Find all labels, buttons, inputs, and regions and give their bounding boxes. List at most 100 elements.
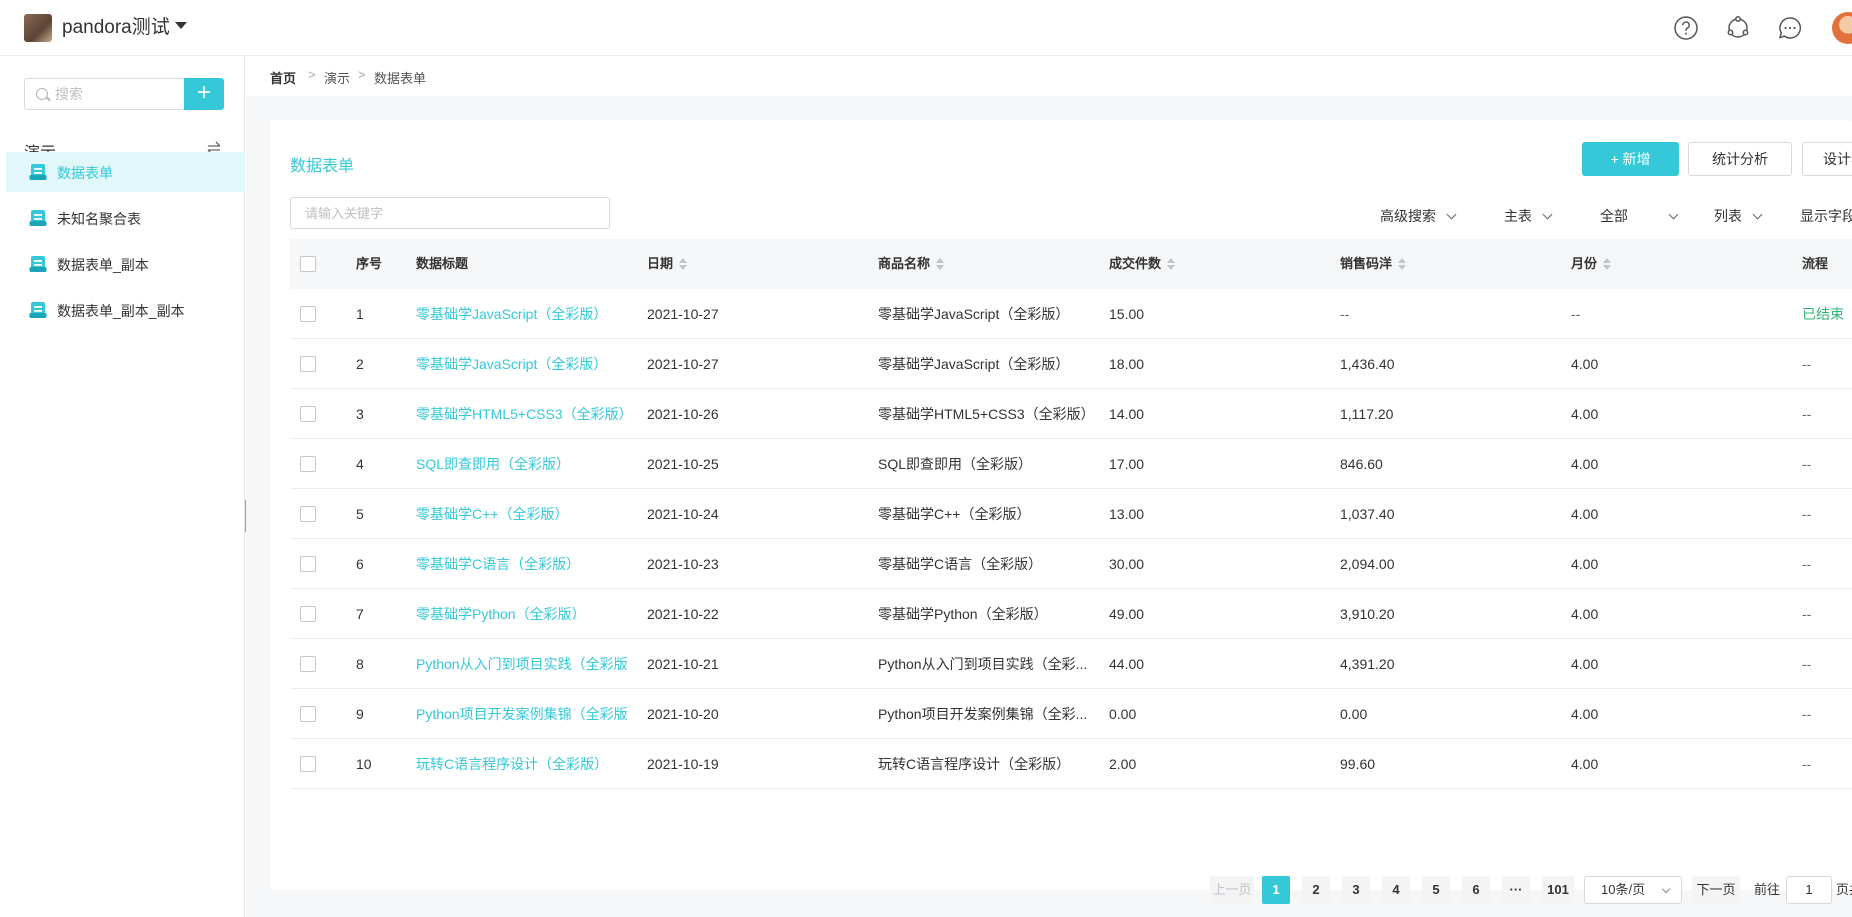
cell-title-link[interactable]: 零基础学C语言（全彩版） <box>416 539 638 589</box>
message-icon[interactable] <box>1776 14 1804 42</box>
row-checkbox[interactable] <box>300 756 316 772</box>
scope-dropdown[interactable]: 全部 <box>1600 206 1679 226</box>
sidebar-item-data-form[interactable]: 数据表单 <box>6 152 245 192</box>
cell-title-link[interactable]: Python项目开发案例集锦（全彩版 <box>416 689 638 739</box>
sidebar-item-aggregate[interactable]: 未知名聚合表 <box>6 198 245 238</box>
prev-page-button[interactable]: 上一页 <box>1210 876 1254 904</box>
page-1-button[interactable]: 1 <box>1262 876 1290 904</box>
cell-no: 9 <box>356 706 364 722</box>
design-form-button[interactable]: 设计表单 <box>1802 142 1852 176</box>
row-checkbox[interactable] <box>300 356 316 372</box>
cell-title-link[interactable]: 玩转C语言程序设计（全彩版） <box>416 739 638 789</box>
header-qty[interactable]: 成交件数 <box>1109 239 1176 289</box>
add-form-button[interactable]: + <box>184 78 224 110</box>
sort-icon[interactable] <box>679 257 688 270</box>
page-3-button[interactable]: 3 <box>1342 876 1370 904</box>
cell-product: 零基础学HTML5+CSS3（全彩版） <box>878 406 1095 422</box>
cell-no: 8 <box>356 656 364 672</box>
row-checkbox[interactable] <box>300 556 316 572</box>
table-row[interactable]: 3 零基础学HTML5+CSS3（全彩版） 2021-10-26 零基础学HTML5+… <box>290 389 1852 439</box>
app-switcher[interactable]: pandora测试 <box>62 12 170 39</box>
filter-label: 列表 <box>1714 208 1742 224</box>
keyword-search-input[interactable] <box>290 197 610 229</box>
sort-icon[interactable] <box>936 257 945 270</box>
table-row[interactable]: 6 零基础学C语言（全彩版） 2021-10-23 零基础学C语言（全彩版） 30.00… <box>290 539 1852 589</box>
cell-product: 零基础学C语言（全彩版） <box>878 556 1043 572</box>
table-row[interactable]: 7 零基础学Python（全彩版） 2021-10-22 零基础学Python（全彩版… <box>290 589 1852 639</box>
table-row[interactable]: 9 Python项目开发案例集锦（全彩版 2021-10-20 Python项目开发案… <box>290 689 1852 739</box>
row-checkbox[interactable] <box>300 706 316 722</box>
breadcrumb-demo[interactable]: 演示 <box>324 68 350 87</box>
sidebar-item-data-form-copy-copy[interactable]: 数据表单_副本_副本 <box>6 290 245 330</box>
cell-qty: 44.00 <box>1109 656 1145 672</box>
cell-title-link[interactable]: 零基础学Python（全彩版） <box>416 589 638 639</box>
header-label: 成交件数 <box>1109 256 1162 271</box>
sort-icon[interactable] <box>1398 257 1407 270</box>
new-button[interactable]: + 新增 <box>1582 142 1679 176</box>
cell-sales: 0.00 <box>1340 706 1368 722</box>
display-fields-dropdown[interactable]: 显示字段 <box>1800 206 1852 226</box>
cell-title-link[interactable]: 零基础学JavaScript（全彩版） <box>416 339 638 389</box>
table-row[interactable]: 8 Python从入门到项目实践（全彩版 2021-10-21 Python从入门到项… <box>290 639 1852 689</box>
cell-title-link[interactable]: 零基础学JavaScript（全彩版） <box>416 289 638 339</box>
page-2-button[interactable]: 2 <box>1302 876 1330 904</box>
chevron-down-icon <box>1446 209 1457 220</box>
stats-button[interactable]: 统计分析 <box>1688 142 1792 176</box>
page-6-button[interactable]: 6 <box>1462 876 1490 904</box>
cell-title-link[interactable]: SQL即查即用（全彩版） <box>416 439 638 489</box>
cell-month: 4.00 <box>1571 706 1599 722</box>
cell-sales: 1,037.40 <box>1340 506 1395 522</box>
page-4-button[interactable]: 4 <box>1382 876 1410 904</box>
header-sales[interactable]: 销售码洋 <box>1340 239 1407 289</box>
caret-down-icon[interactable] <box>175 22 187 29</box>
cell-qty: 14.00 <box>1109 406 1145 422</box>
advanced-search-dropdown[interactable]: 高级搜索 <box>1380 206 1457 226</box>
view-dropdown[interactable]: 列表 <box>1714 206 1763 226</box>
table-row[interactable]: 10 玩转C语言程序设计（全彩版） 2021-10-19 玩转C语言程序设计（全彩版）… <box>290 739 1852 789</box>
cell-sales: 99.60 <box>1340 756 1376 772</box>
cell-month: -- <box>1571 306 1581 322</box>
avatar[interactable] <box>1832 12 1852 44</box>
table-row[interactable]: 2 零基础学JavaScript（全彩版） 2021-10-27 零基础学JavaSc… <box>290 339 1852 389</box>
row-checkbox[interactable] <box>300 456 316 472</box>
cell-qty: 15.00 <box>1109 306 1145 322</box>
cell-product: 零基础学Python（全彩版） <box>878 606 1048 622</box>
sort-icon[interactable] <box>1167 257 1176 270</box>
form-icon <box>29 256 47 272</box>
page-size-select[interactable]: 10条/页 <box>1584 876 1682 904</box>
cell-no: 7 <box>356 606 364 622</box>
cell-qty: 49.00 <box>1109 606 1145 622</box>
select-all-checkbox[interactable] <box>300 256 316 272</box>
table-row[interactable]: 1 零基础学JavaScript（全彩版） 2021-10-27 零基础学JavaSc… <box>290 289 1852 339</box>
header-date[interactable]: 日期 <box>647 239 688 289</box>
cell-no: 10 <box>356 756 372 772</box>
cell-title-link[interactable]: 零基础学C++（全彩版） <box>416 489 638 539</box>
more-pages-button[interactable]: ··· <box>1502 876 1530 904</box>
cell-product: 零基础学C++（全彩版） <box>878 506 1031 522</box>
sidebar-item-data-form-copy[interactable]: 数据表单_副本 <box>6 244 245 284</box>
connections-icon[interactable] <box>1724 14 1752 42</box>
cell-title-link[interactable]: Python从入门到项目实践（全彩版 <box>416 639 638 689</box>
cell-month: 4.00 <box>1571 606 1599 622</box>
header-product[interactable]: 商品名称 <box>878 239 945 289</box>
chevron-down-icon <box>1661 884 1671 894</box>
row-checkbox[interactable] <box>300 306 316 322</box>
row-checkbox[interactable] <box>300 606 316 622</box>
header-month[interactable]: 月份 <box>1571 239 1612 289</box>
main-table-dropdown[interactable]: 主表 <box>1504 206 1553 226</box>
page-5-button[interactable]: 5 <box>1422 876 1450 904</box>
help-icon[interactable] <box>1672 14 1700 42</box>
breadcrumb-home[interactable]: 首页 <box>270 68 296 87</box>
next-page-button[interactable]: 下一页 <box>1692 876 1740 904</box>
table-row[interactable]: 4 SQL即查即用（全彩版） 2021-10-25 SQL即查即用（全彩版） 17.00… <box>290 439 1852 489</box>
row-checkbox[interactable] <box>300 406 316 422</box>
sort-icon[interactable] <box>1603 257 1612 270</box>
row-checkbox[interactable] <box>300 656 316 672</box>
goto-page-input[interactable]: 1 <box>1786 876 1832 904</box>
row-checkbox[interactable] <box>300 506 316 522</box>
cell-title-link[interactable]: 零基础学HTML5+CSS3（全彩版） <box>416 389 638 439</box>
sidebar-search-input[interactable] <box>55 79 180 109</box>
table-row[interactable]: 5 零基础学C++（全彩版） 2021-10-24 零基础学C++（全彩版） 13.00… <box>290 489 1852 539</box>
breadcrumb-current: 数据表单 <box>374 71 427 86</box>
last-page-button[interactable]: 101 <box>1542 876 1574 904</box>
